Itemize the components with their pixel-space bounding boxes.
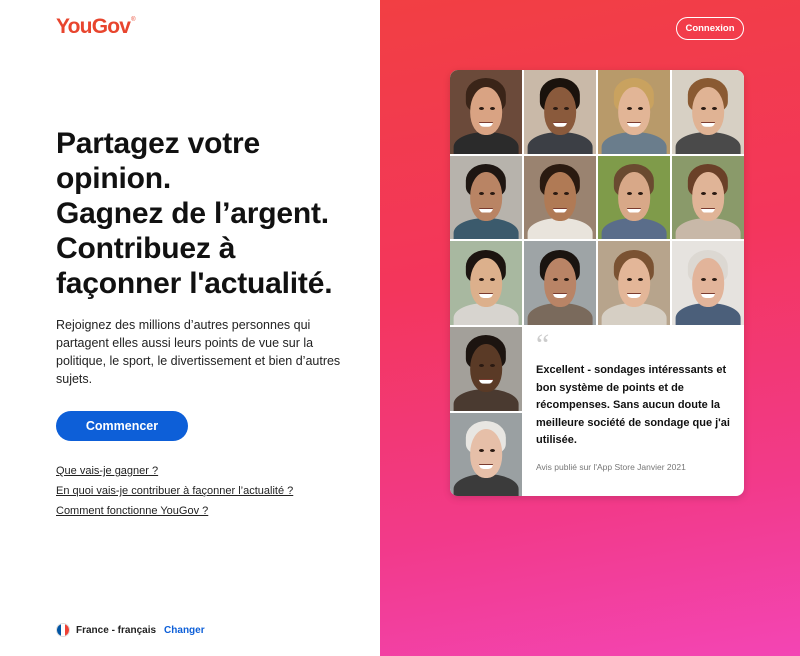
hero-intro: Rejoignez des millions d’autres personne…	[56, 318, 341, 386]
locale-label: France - français	[76, 624, 157, 636]
headline-line: Gagnez de l’argent.	[56, 197, 329, 230]
france-flag-icon	[56, 623, 70, 637]
member-photo	[598, 155, 670, 240]
link-how-yougov-works[interactable]: Comment fonctionne YouGov ?	[56, 506, 293, 517]
link-how-contribute[interactable]: En quoi vais-je contribuer à façonner l’…	[56, 486, 293, 497]
headline-line: Contribuez à	[56, 232, 236, 265]
quote-mark-icon: “	[536, 328, 550, 361]
headline-line: Partagez votre	[56, 127, 260, 160]
testimonial-card: “ Excellent - sondages intéressants et b…	[450, 70, 744, 496]
member-photo	[450, 412, 522, 496]
headline-line: façonner l'actualité.	[56, 267, 333, 300]
member-photo	[598, 241, 670, 325]
headline-line: opinion.	[56, 162, 172, 195]
member-photo	[450, 327, 522, 411]
member-photo-grid	[450, 70, 744, 325]
link-what-will-i-earn[interactable]: Que vais-je gagner ?	[56, 466, 293, 477]
member-photo	[450, 155, 522, 240]
testimonial-source: Avis publié sur l'App Store Janvier 2021	[536, 461, 686, 472]
member-photo	[672, 155, 744, 240]
member-photo	[524, 70, 596, 154]
member-photo	[450, 70, 522, 154]
member-photo	[524, 155, 596, 240]
locale-selector: France - français Changer	[56, 623, 205, 637]
start-button[interactable]: Commencer	[56, 411, 188, 441]
member-photo	[450, 241, 522, 325]
member-photo-column	[450, 327, 522, 496]
right-panel: Connexion “ Excellent - sondages intéres…	[380, 0, 800, 656]
testimonial-quote: “ Excellent - sondages intéressants et b…	[536, 328, 736, 472]
yougov-logo[interactable]: YouGov®	[56, 15, 136, 39]
login-button[interactable]: Connexion	[676, 17, 744, 40]
info-links: Que vais-je gagner ? En quoi vais-je con…	[56, 466, 293, 526]
member-photo	[672, 70, 744, 154]
member-photo	[524, 241, 596, 325]
member-photo	[598, 70, 670, 154]
testimonial-text: Excellent - sondages intéressants et bon…	[536, 364, 730, 446]
hero-headline: Partagez votre opinion. Gagnez de l’arge…	[56, 126, 376, 301]
change-locale-link[interactable]: Changer	[164, 625, 205, 636]
member-photo	[672, 241, 744, 325]
left-panel: YouGov® Partagez votre opinion. Gagnez d…	[0, 0, 380, 656]
